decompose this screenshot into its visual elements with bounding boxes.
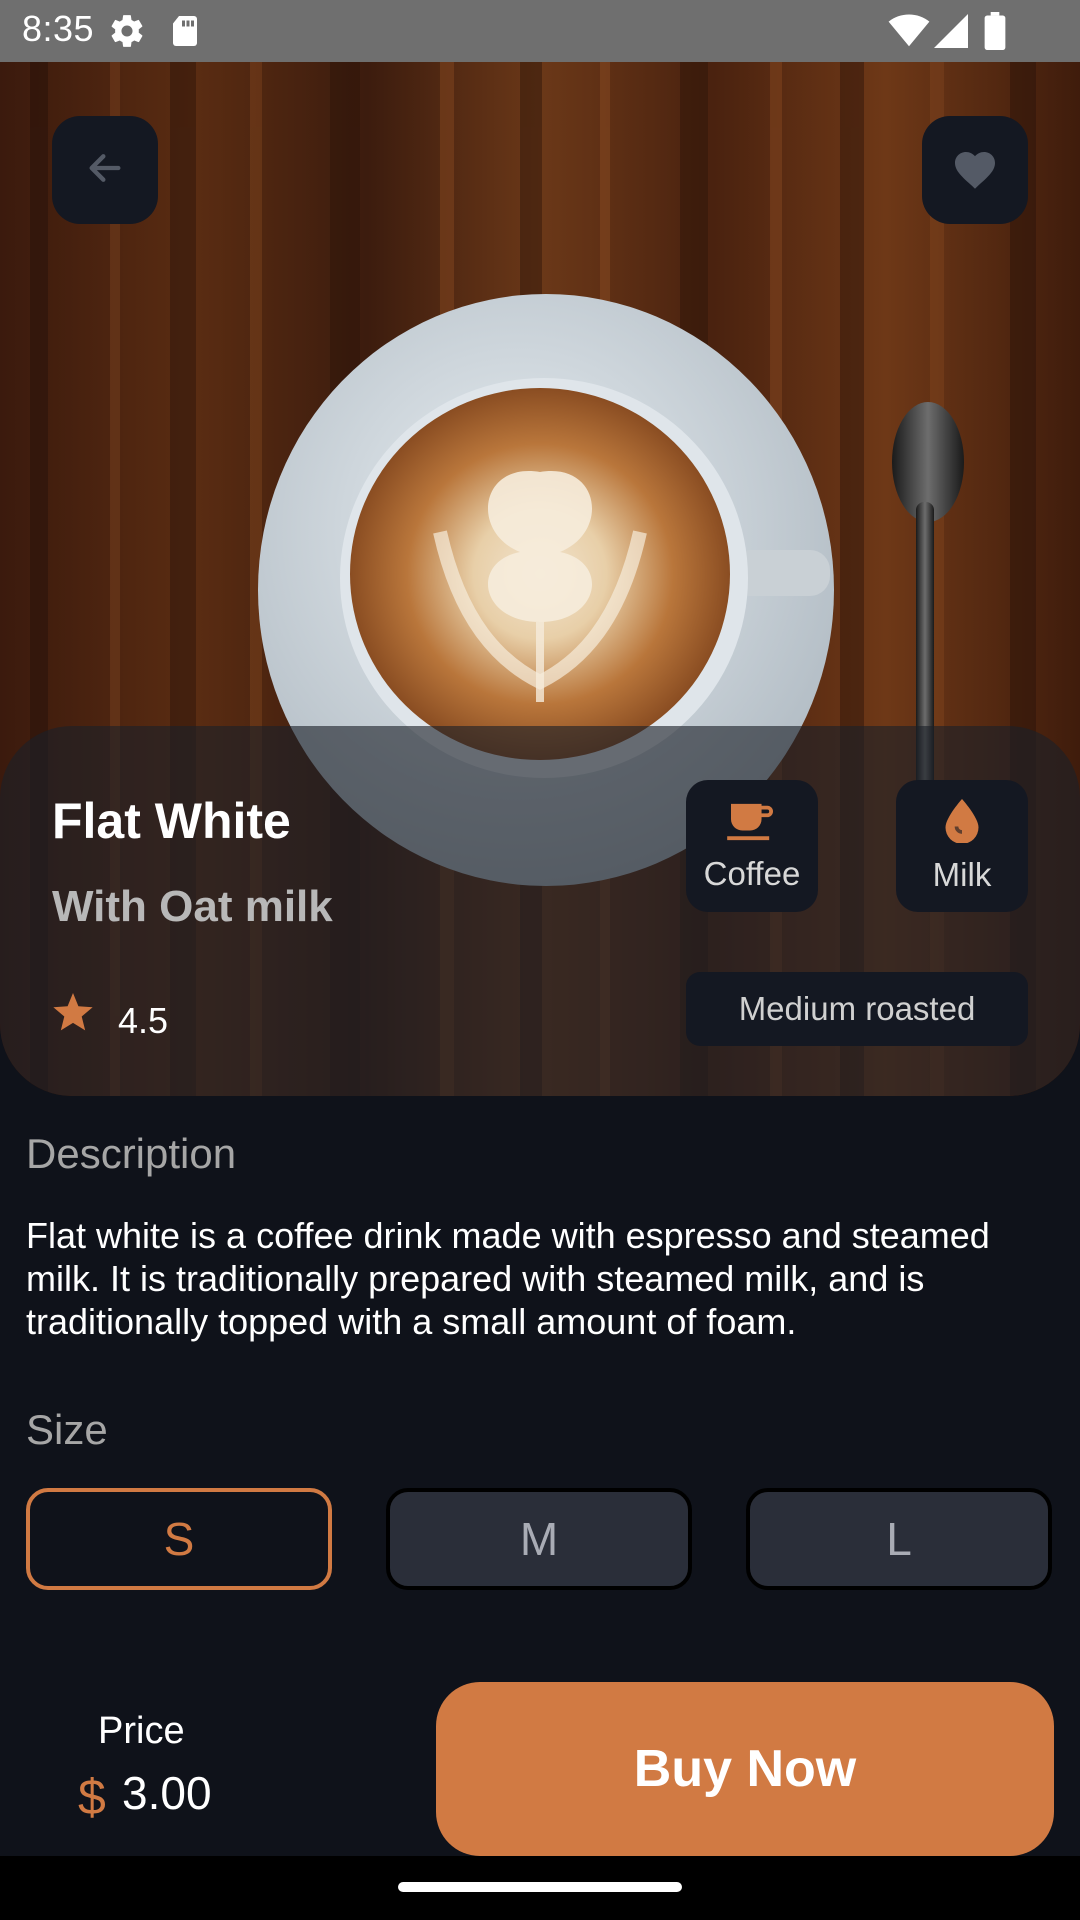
- signal-icon: [934, 14, 968, 53]
- drop-icon: [945, 798, 979, 848]
- size-option-m[interactable]: M: [386, 1488, 692, 1590]
- star-icon: [52, 993, 94, 1038]
- wifi-icon: [888, 14, 930, 53]
- size-option-l[interactable]: L: [746, 1488, 1052, 1590]
- description-text: Flat white is a coffee drink made with e…: [26, 1215, 990, 1342]
- back-button[interactable]: [52, 116, 158, 224]
- settings-icon: [108, 12, 146, 55]
- price-value: 3.00: [122, 1767, 212, 1819]
- battery-icon: [984, 12, 1006, 55]
- status-bar: 8:35: [0, 0, 1080, 62]
- chip-label: Coffee: [703, 854, 801, 892]
- heart-icon: [951, 146, 999, 195]
- coffee-cup-icon: [727, 800, 777, 847]
- rating-value: 4.5: [118, 1000, 169, 1041]
- description-heading: Description: [26, 1130, 237, 1177]
- chip-milk: Milk: [896, 780, 1028, 912]
- arrow-left-icon: [85, 148, 125, 193]
- sd-card-icon: [170, 12, 200, 55]
- home-handle[interactable]: [398, 1882, 682, 1892]
- hero-image: [0, 62, 1080, 1096]
- product-title: Flat White: [52, 793, 291, 849]
- size-heading: Size: [26, 1406, 108, 1453]
- status-time: 8:35: [22, 8, 95, 49]
- chip-label: Milk: [932, 855, 992, 893]
- size-option-s[interactable]: S: [26, 1488, 332, 1590]
- chip-coffee: Coffee: [686, 780, 818, 912]
- currency-symbol: $: [78, 1769, 106, 1825]
- price-label: Price: [98, 1710, 185, 1752]
- favorite-button[interactable]: [922, 116, 1028, 224]
- buy-now-button[interactable]: Buy Now: [436, 1682, 1054, 1856]
- product-subtitle: With Oat milk: [52, 882, 333, 931]
- roast-badge: Medium roasted: [686, 972, 1028, 1046]
